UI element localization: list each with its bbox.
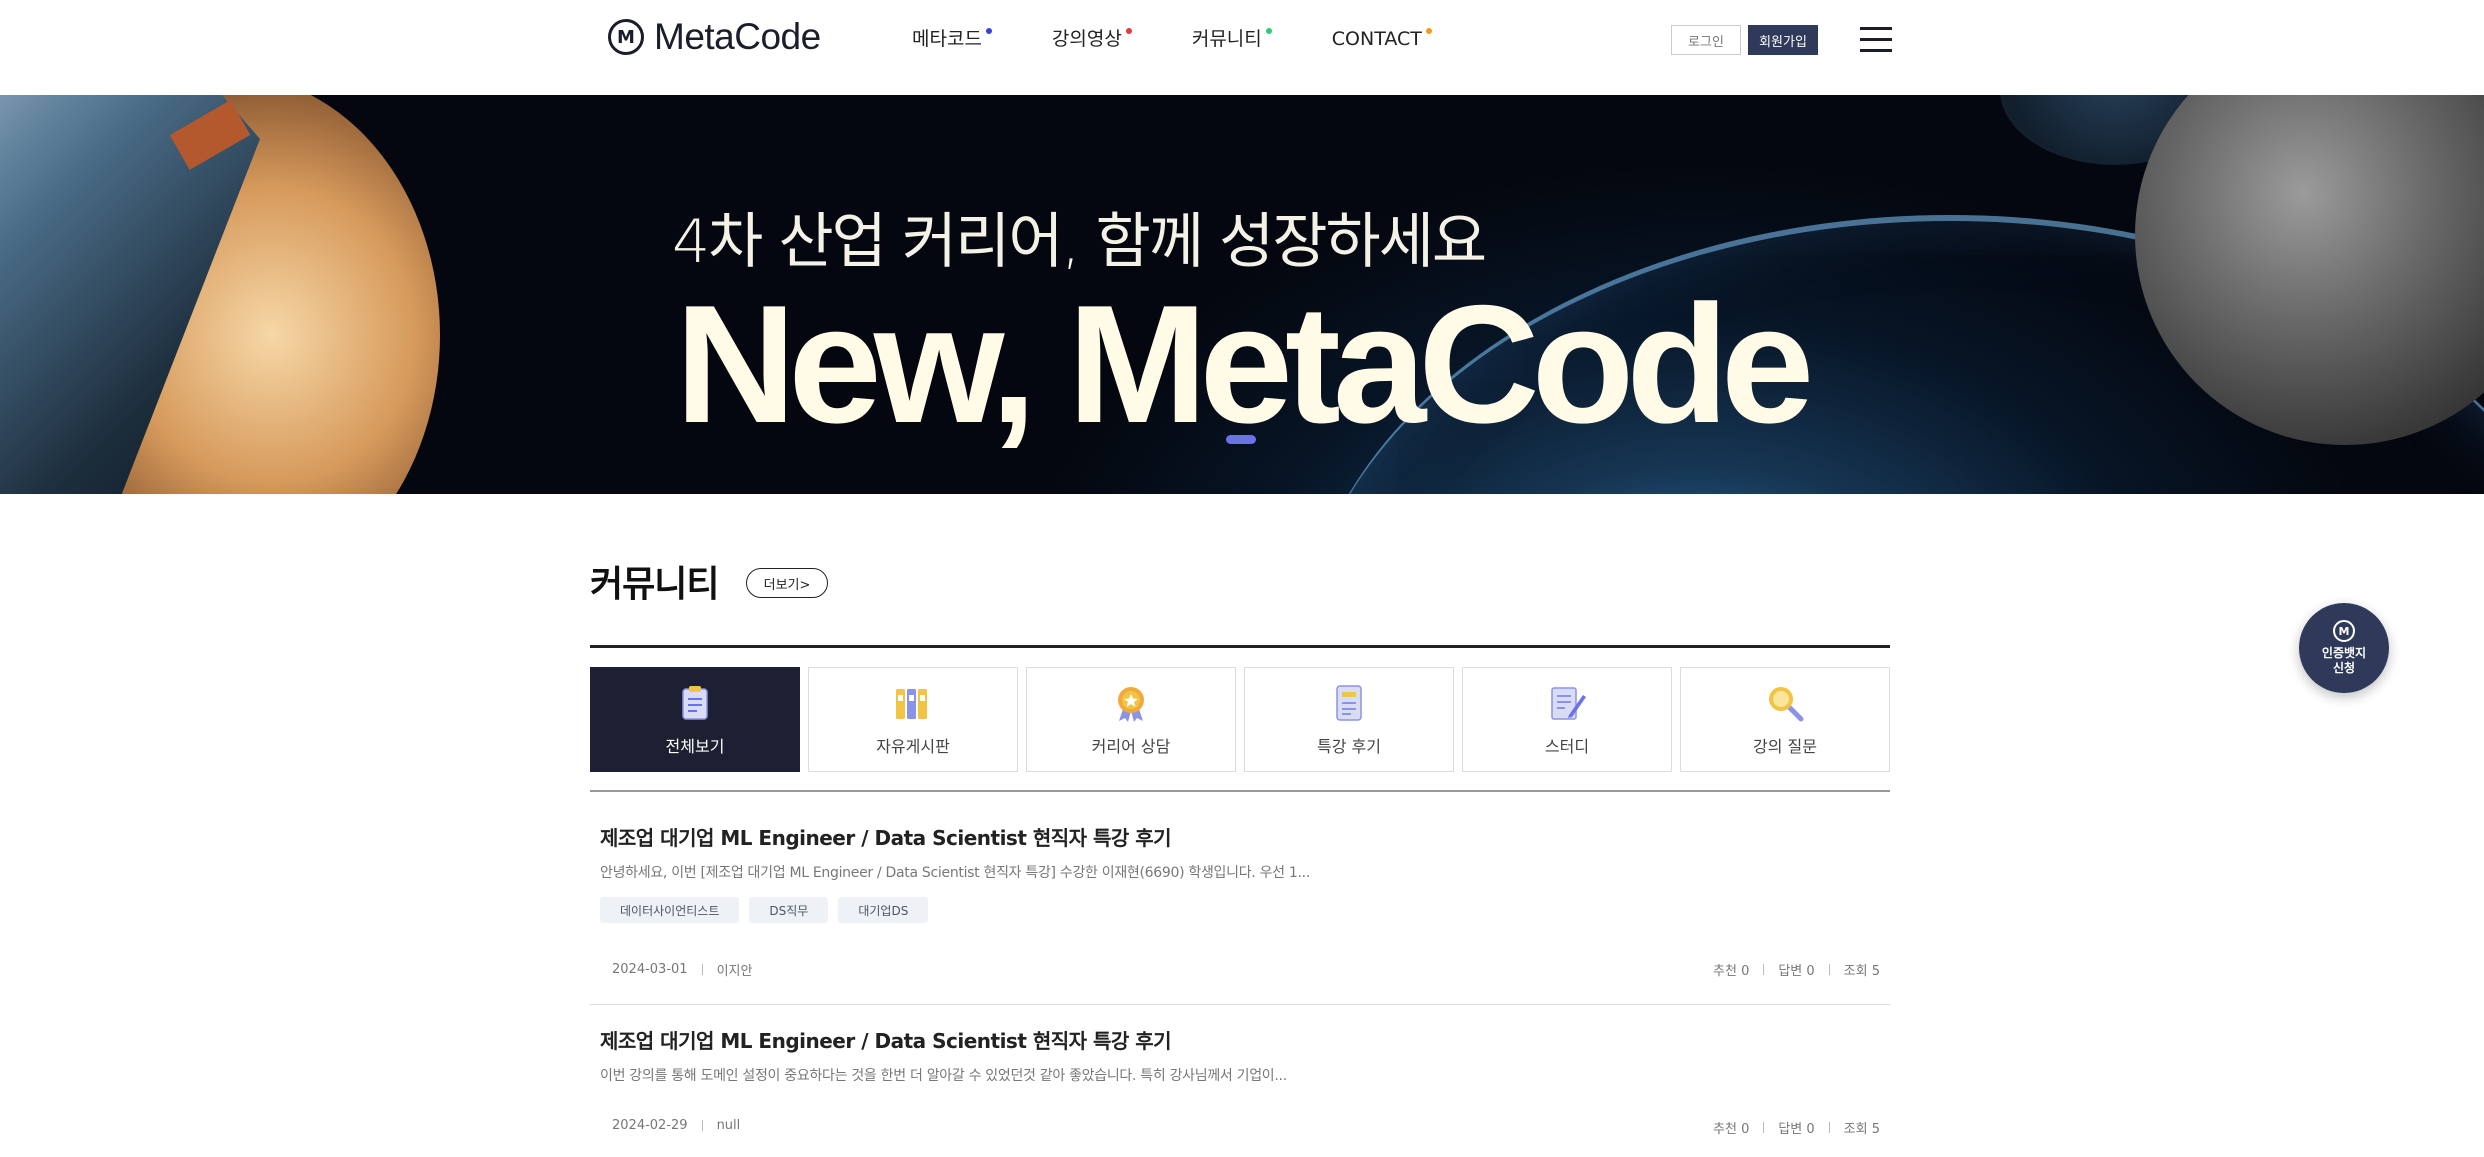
- tab-label: 전체보기: [665, 736, 725, 756]
- join-button[interactable]: 회원가입: [1748, 25, 1818, 55]
- nav-item-metacode[interactable]: 메타코드: [912, 24, 992, 54]
- post-stats: 추천 0 답변 0 조회 5: [1713, 960, 1880, 979]
- hero-title: New, MetaCode: [675, 270, 1814, 458]
- tab-label: 커리어 상담: [1091, 736, 1171, 756]
- award-medal-icon: [1118, 686, 1144, 722]
- category-tabs: 전체보기 자유게시판 커리어 상담 특강 후기 스터디 강의 질문: [590, 667, 1890, 772]
- post-answers: 답변 0: [1778, 1122, 1815, 1137]
- nav-dot-icon: [1125, 28, 1132, 34]
- tab-all[interactable]: 전체보기: [590, 667, 800, 772]
- document-icon: [1336, 684, 1362, 721]
- tab-label: 강의 질문: [1753, 736, 1817, 756]
- tag[interactable]: DS직무: [749, 897, 829, 923]
- post-excerpt: 안녕하세요, 이번 [제조업 대기업 ML Engineer / Data Sc…: [600, 865, 1310, 881]
- post-likes: 추천 0: [1713, 964, 1750, 979]
- nav-dot-icon: [1425, 28, 1432, 34]
- nav-item-community[interactable]: 커뮤니티: [1191, 24, 1272, 54]
- hamburger-icon[interactable]: [1860, 27, 1892, 53]
- astronaut-illustration: [0, 95, 460, 494]
- logo-mark-icon: M: [2333, 620, 2355, 642]
- list-item[interactable]: 제조업 대기업 ML Engineer / Data Scientist 현직자…: [590, 1005, 1890, 1155]
- badge-apply-button[interactable]: M 인증뱃지 신청: [2299, 603, 2389, 693]
- post-views: 조회 5: [1843, 1122, 1880, 1137]
- tab-lecture-review[interactable]: 특강 후기: [1244, 667, 1454, 772]
- post-answers: 답변 0: [1778, 964, 1815, 979]
- nav-label: 커뮤니티: [1191, 28, 1262, 50]
- tag[interactable]: 데이터사이언티스트: [600, 897, 740, 923]
- main-nav: 메타코드 강의영상 커뮤니티 CONTACT: [912, 24, 1492, 54]
- binders-icon: [896, 688, 927, 719]
- site-header: M MetaCode 메타코드 강의영상 커뮤니티 CONTACT 로그인 회원…: [0, 0, 2484, 95]
- tab-career-consult[interactable]: 커리어 상담: [1026, 667, 1236, 772]
- nav-item-lectures[interactable]: 강의영상: [1051, 24, 1132, 54]
- note-pencil-icon: [1551, 686, 1586, 720]
- logo-mark-icon: M: [608, 19, 644, 55]
- tag[interactable]: 대기업DS: [838, 897, 929, 923]
- site-logo[interactable]: M MetaCode: [608, 16, 821, 58]
- post-meta: 2024-02-29 null: [612, 1118, 740, 1133]
- tab-label: 스터디: [1544, 736, 1590, 756]
- post-author: null: [716, 1118, 741, 1133]
- hero-subtitle: 4차 산업 커리어, 함께 성장하세요: [672, 207, 1487, 277]
- hero-banner[interactable]: 4차 산업 커리어, 함께 성장하세요 New, MetaCode: [0, 95, 2484, 494]
- login-button[interactable]: 로그인: [1671, 25, 1741, 55]
- list-item[interactable]: 제조업 대기업 ML Engineer / Data Scientist 현직자…: [590, 800, 1890, 1005]
- logo-text: MetaCode: [654, 16, 821, 57]
- post-title[interactable]: 제조업 대기업 ML Engineer / Data Scientist 현직자…: [600, 822, 1172, 851]
- post-views: 조회 5: [1843, 964, 1880, 979]
- section-divider: [590, 645, 1890, 648]
- badge-apply-label: 인증뱃지 신청: [2321, 646, 2367, 675]
- nav-item-contact[interactable]: CONTACT: [1331, 24, 1432, 54]
- post-author: 이지안: [716, 964, 753, 979]
- nav-dot-icon: [1265, 28, 1272, 34]
- tab-lecture-question[interactable]: 강의 질문: [1680, 667, 1890, 772]
- nav-label: 강의영상: [1051, 28, 1122, 50]
- tab-label: 자유게시판: [876, 736, 950, 756]
- post-stats: 추천 0 답변 0 조회 5: [1713, 1118, 1880, 1137]
- nav-dot-icon: [985, 28, 992, 34]
- tab-study[interactable]: 스터디: [1462, 667, 1672, 772]
- community-title: 커뮤니티: [590, 564, 719, 605]
- nav-label: 메타코드: [912, 28, 982, 50]
- slide-indicator[interactable]: [1226, 435, 1256, 444]
- post-title[interactable]: 제조업 대기업 ML Engineer / Data Scientist 현직자…: [600, 1025, 1172, 1054]
- magnifier-icon: [1769, 686, 1804, 721]
- list-divider: [590, 790, 1890, 792]
- post-excerpt: 이번 강의를 통해 도메인 설정이 중요하다는 것을 한번 더 알아갈 수 있었…: [600, 1068, 1287, 1084]
- tab-free-board[interactable]: 자유게시판: [808, 667, 1018, 772]
- post-meta: 2024-03-01 이지안: [612, 960, 752, 979]
- post-date: 2024-03-01: [612, 962, 688, 977]
- post-tags: 데이터사이언티스트 DS직무 대기업DS: [600, 897, 929, 923]
- post-likes: 추천 0: [1713, 1122, 1750, 1137]
- nav-label: CONTACT: [1331, 28, 1422, 50]
- more-button[interactable]: 더보기>: [746, 568, 828, 598]
- clipboard-icon: [682, 685, 708, 720]
- tab-label: 특강 후기: [1317, 736, 1381, 756]
- post-date: 2024-02-29: [612, 1118, 688, 1133]
